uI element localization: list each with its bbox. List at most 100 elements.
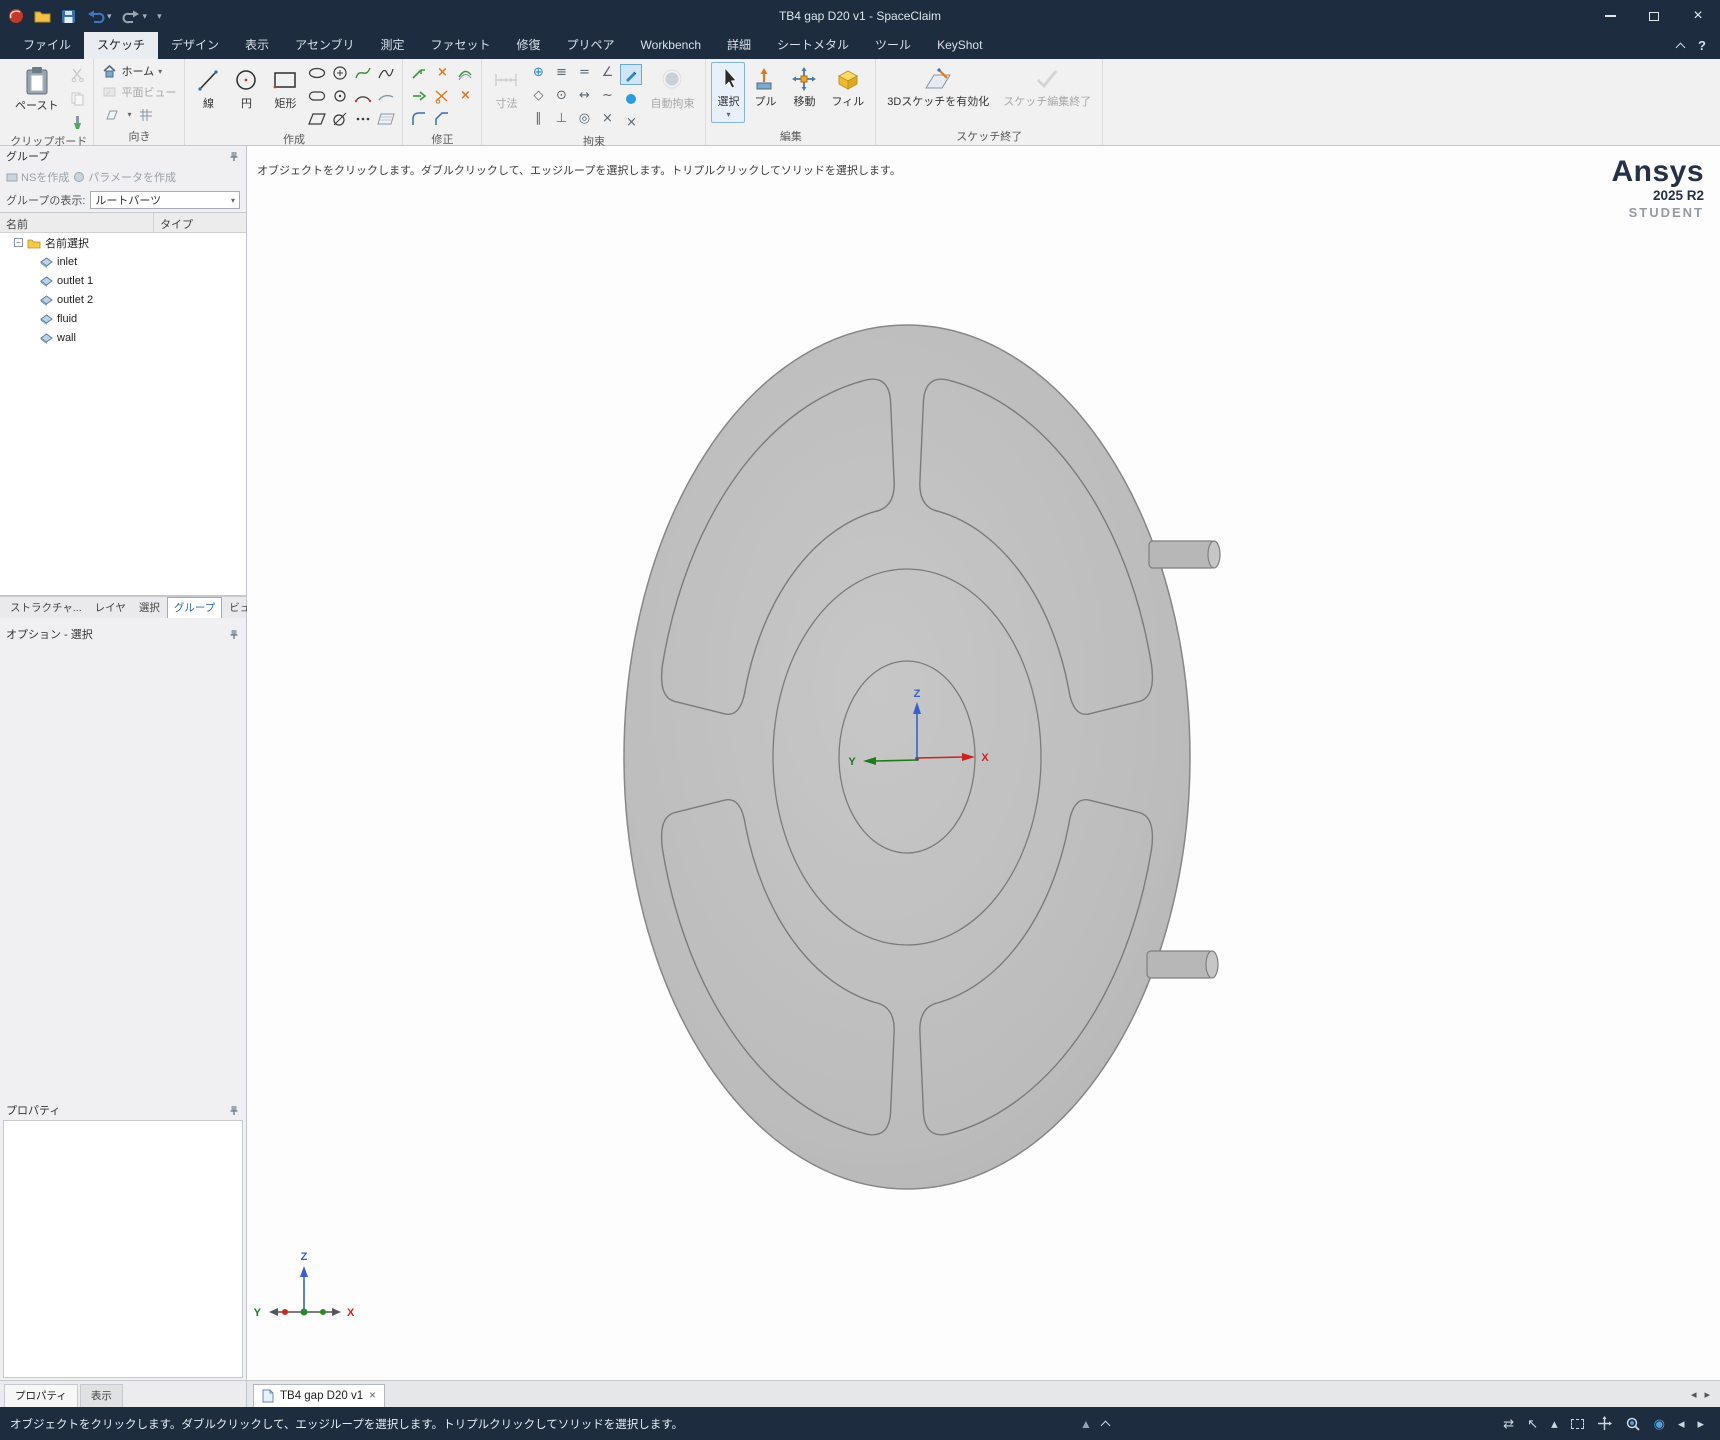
parallel-constraint-icon[interactable]: ∥ xyxy=(527,108,549,129)
redo-button[interactable]: ▾ xyxy=(122,8,148,24)
tab-keyshot[interactable]: KeyShot xyxy=(924,32,995,59)
snap-icon[interactable]: ◇ xyxy=(527,85,549,106)
column-type[interactable]: タイプ xyxy=(154,213,199,232)
tab-sheetmetal[interactable]: シートメタル xyxy=(764,32,862,59)
sketch-grid-icon[interactable] xyxy=(135,104,157,125)
ellipse-icon[interactable] xyxy=(306,62,328,83)
clear-constraints-icon[interactable]: × xyxy=(620,112,642,133)
home-dropdown-icon[interactable]: ▾ xyxy=(158,67,162,76)
bottom-tab-properties[interactable]: プロパティ xyxy=(4,1384,78,1407)
home-view-button[interactable]: ホーム ▾ xyxy=(99,62,165,80)
point-icon[interactable] xyxy=(352,108,374,129)
create-ns-button[interactable]: NSを作成 xyxy=(6,169,69,185)
extend-curve-icon[interactable] xyxy=(408,85,430,106)
tab-prepare[interactable]: プリペア xyxy=(554,32,628,59)
help-icon[interactable]: ? xyxy=(1698,38,1706,53)
center-circle-icon[interactable] xyxy=(329,62,351,83)
tree-item-inlet[interactable]: inlet xyxy=(0,252,246,271)
spaceclaim-logo-icon[interactable] xyxy=(8,8,24,24)
save-icon[interactable] xyxy=(61,9,76,24)
select-button[interactable]: 選択 ▾ xyxy=(711,62,745,123)
corner-trim-icon[interactable]: × xyxy=(454,85,476,106)
curve-icon[interactable] xyxy=(375,62,397,83)
equal-constraint-icon[interactable]: = xyxy=(573,62,595,83)
tab-facets[interactable]: ファセット xyxy=(417,32,503,59)
dimension-button[interactable]: 寸法 xyxy=(487,62,525,115)
copy-icon[interactable] xyxy=(66,88,88,109)
panel-tab-selection[interactable]: 選択 xyxy=(133,598,166,618)
pin-icon[interactable] xyxy=(228,1104,240,1116)
chamfer-corner-icon[interactable] xyxy=(431,108,453,129)
enable-3d-sketch-button[interactable]: 3Dスケッチを有効化 xyxy=(881,62,995,113)
tab-design[interactable]: デザイン xyxy=(158,32,232,59)
tab-sketch[interactable]: スケッチ xyxy=(84,32,158,59)
tab-file[interactable]: ファイル xyxy=(10,32,84,59)
perpendicular-constraint-icon[interactable]: ⊥ xyxy=(550,108,572,129)
up-orientation-icon[interactable]: ▴ xyxy=(1551,1416,1558,1432)
show-constraints-toggle[interactable] xyxy=(620,64,642,85)
sweep-arc-icon[interactable] xyxy=(375,85,397,106)
alert-icon[interactable]: ▲ xyxy=(1080,1417,1092,1431)
move-button[interactable]: 移動 xyxy=(785,62,823,113)
pin-icon[interactable] xyxy=(228,150,240,162)
create-parameter-button[interactable]: パラメータを作成 xyxy=(73,169,176,185)
tree-item-outlet1[interactable]: outlet 1 xyxy=(0,271,246,290)
tangent-constraint-icon[interactable]: ~ xyxy=(596,85,618,106)
fix-constraint-icon[interactable]: ◎ xyxy=(573,108,595,129)
status-scroll-left-icon[interactable]: ◂ xyxy=(1678,1416,1685,1432)
constraint-indicator-icon[interactable] xyxy=(620,88,642,109)
plan-view-button[interactable]: 平面ビュー xyxy=(99,83,179,101)
model-viewport[interactable]: オブジェクトをクリックします。ダブルクリックして、エッジループを選択します。トリ… xyxy=(247,146,1720,1380)
document-close-icon[interactable]: × xyxy=(369,1390,376,1402)
group-display-select[interactable]: ルートパーツ ▾ xyxy=(90,191,240,209)
concentric-constraint-icon[interactable]: ⊙ xyxy=(550,85,572,106)
navigation-triad[interactable]: Z Y X xyxy=(254,1251,355,1319)
panel-tab-groups[interactable]: グループ xyxy=(167,597,222,618)
bottom-tab-display[interactable]: 表示 xyxy=(80,1384,123,1407)
tab-scroll-left-icon[interactable]: ◂ xyxy=(1691,1388,1697,1401)
format-painter-icon[interactable] xyxy=(66,112,88,133)
tree-item-fluid[interactable]: fluid xyxy=(0,309,246,328)
tree-item-outlet2[interactable]: outlet 2 xyxy=(0,290,246,309)
offset-curve-icon[interactable] xyxy=(454,62,476,83)
rectangle-button[interactable]: 矩形 xyxy=(266,62,304,115)
zoom-constraint-icon[interactable]: ⊕ xyxy=(527,62,549,83)
outlet-pipe-top[interactable] xyxy=(1149,541,1220,568)
fillet-corner-icon[interactable] xyxy=(408,108,430,129)
tree-collapse-icon[interactable]: − xyxy=(14,238,23,247)
fill-button[interactable]: フィル xyxy=(825,62,870,113)
pin-icon[interactable] xyxy=(228,628,240,640)
tab-workbench[interactable]: Workbench xyxy=(628,32,714,59)
tab-assembly[interactable]: アセンブリ xyxy=(282,32,367,59)
tab-tools[interactable]: ツール xyxy=(862,32,924,59)
paste-button[interactable]: ペースト xyxy=(9,62,64,117)
circle-button[interactable]: 円 xyxy=(228,62,264,115)
delete-curve-icon[interactable]: × xyxy=(431,62,453,83)
midpoint-constraint-icon[interactable]: ↔ xyxy=(573,85,595,106)
panel-tab-layers[interactable]: レイヤ xyxy=(89,598,132,618)
panel-tab-structure[interactable]: ストラクチャ... xyxy=(4,598,88,618)
zoom-tool-icon[interactable] xyxy=(1625,1416,1641,1432)
undo-dropdown-icon[interactable]: ▾ xyxy=(107,11,112,22)
tab-display[interactable]: 表示 xyxy=(232,32,282,59)
swap-view-icon[interactable]: ⇄ xyxy=(1503,1416,1514,1432)
redo-dropdown-icon[interactable]: ▾ xyxy=(143,11,148,22)
maximize-button[interactable] xyxy=(1632,0,1676,32)
split-curve-icon[interactable] xyxy=(431,85,453,106)
open-folder-icon[interactable] xyxy=(34,9,51,23)
sphere-view-icon[interactable]: ◉ xyxy=(1654,1416,1665,1432)
arc-icon[interactable] xyxy=(352,85,374,106)
zoom-window-icon[interactable] xyxy=(1571,1419,1584,1429)
sketch-sheet-icon[interactable] xyxy=(101,104,123,125)
sheet-dropdown-icon[interactable]: ▾ xyxy=(127,110,131,119)
slot-icon[interactable] xyxy=(306,85,328,106)
outlet-pipe-bottom[interactable] xyxy=(1147,951,1218,978)
tab-scroll-right-icon[interactable]: ▸ xyxy=(1704,1388,1710,1401)
pull-button[interactable]: プル xyxy=(747,62,783,113)
undo-button[interactable]: ▾ xyxy=(86,8,112,24)
small-circle-icon[interactable] xyxy=(329,85,351,106)
line-button[interactable]: 線 xyxy=(190,62,226,115)
expand-status-icon[interactable] xyxy=(1100,1420,1110,1430)
close-button[interactable]: × xyxy=(1676,0,1720,32)
tab-detail[interactable]: 詳細 xyxy=(714,32,764,59)
